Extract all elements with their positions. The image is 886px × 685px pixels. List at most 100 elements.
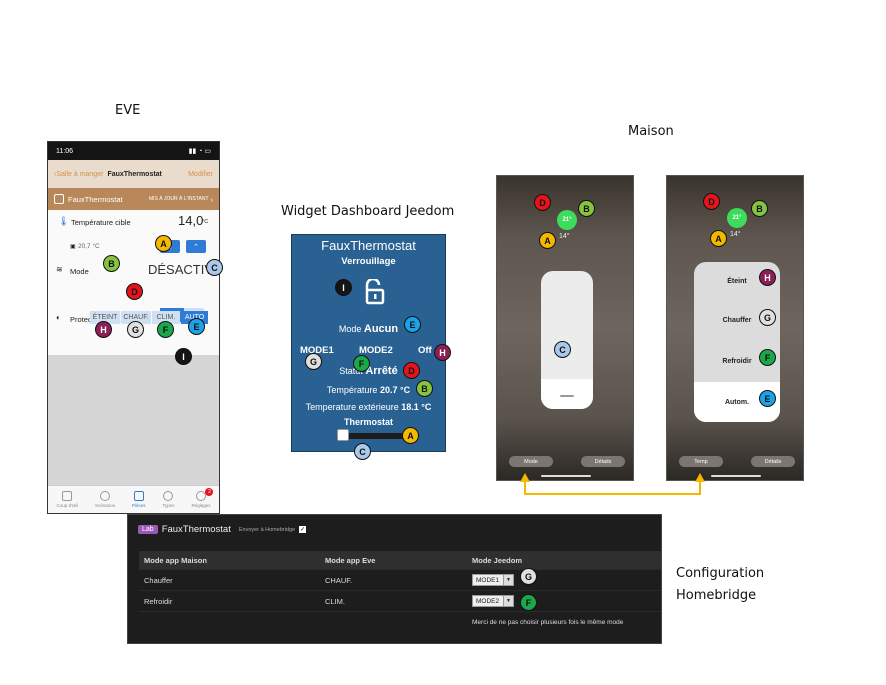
maison-title: Maison — [628, 124, 674, 139]
marker-d-widget: D — [403, 362, 420, 379]
eve-device-header[interactable]: FauxThermostat MIS À JOUR À L'INSTANT › — [48, 188, 219, 210]
marker-g-widget: G — [305, 353, 322, 370]
current-temp-icon: ▣ — [70, 244, 76, 250]
marker-f-maison-right: F — [759, 349, 776, 366]
thermometer-icon: 🌡 — [58, 216, 70, 226]
marker-h-maison-right: H — [759, 269, 776, 286]
widget-lock-label: Verrouillage — [341, 256, 396, 267]
eve-nav-bar: ‹ Salle à manger FauxThermostat Modifier — [48, 160, 219, 188]
jeedom-mode-select-2[interactable]: MODE2 ▼ — [472, 595, 514, 607]
widget-mode-value: Aucun — [363, 323, 399, 335]
chevron-down-icon: ▼ — [503, 596, 513, 606]
marker-d: D — [126, 283, 143, 300]
eve-back-button[interactable]: Salle à manger — [56, 171, 103, 178]
marker-d-maison-left: D — [534, 194, 551, 211]
tab-types[interactable]: Types — [162, 491, 175, 508]
eve-mode-label: Mode — [70, 267, 89, 276]
thermostat-slider-handle[interactable] — [337, 429, 349, 441]
eve-edit-button[interactable]: Modifier — [188, 171, 213, 178]
widget-device-title: FauxThermostat — [321, 238, 416, 253]
marker-b-maison-right: B — [751, 200, 768, 217]
maison-right-target: 21° — [727, 208, 747, 228]
maison-right-home-bar — [711, 475, 761, 477]
marker-g-hb: G — [520, 568, 537, 585]
marker-b: B — [103, 255, 120, 272]
maison-right-current: 14° — [730, 231, 741, 238]
hb-header: Lab FauxThermostat Envoyer à Homebridge … — [138, 524, 307, 535]
eve-target-value: 14,0 — [178, 213, 204, 228]
marker-a: A — [155, 235, 172, 252]
mode-link-arrow — [520, 473, 705, 495]
config-title-1: Configuration — [676, 566, 765, 581]
widget-status-value: Arrêté — [365, 365, 398, 377]
maison-right-temp-button[interactable]: Temp — [679, 456, 723, 467]
eve-time: 11:06 — [56, 147, 73, 155]
widget-mode-line: Mode Aucun — [338, 323, 399, 335]
marker-h: H — [95, 321, 112, 338]
tab-settings[interactable]: Réglages 2 — [191, 488, 214, 508]
eve-nav-title: FauxThermostat — [107, 170, 162, 178]
eve-device-name: FauxThermostat — [68, 194, 123, 204]
marker-g: G — [127, 321, 144, 338]
widget-ext-value: 18.1 °C — [401, 402, 432, 412]
maison-phone-right: 21° 14° Éteint Chauffer Refroidir Autom.… — [666, 175, 804, 481]
hb-title: FauxThermostat — [161, 524, 231, 535]
eve-device-status: MIS À JOUR À L'INSTANT — [149, 196, 209, 202]
home-icon — [62, 491, 73, 501]
eve-current-temp: 20,7 °C — [78, 243, 100, 250]
marker-f-widget: F — [353, 355, 370, 372]
types-icon — [163, 491, 174, 501]
widget-ext-line: Temperature extérieure 18.1 °C — [305, 402, 432, 412]
maison-left-slider[interactable] — [541, 271, 593, 409]
eve-target-unit: °C — [202, 219, 209, 225]
widget-off-button[interactable]: Off — [418, 345, 432, 356]
eve-tab-bar: Coup d'œil Scénarios Pièces Types Réglag… — [48, 485, 219, 513]
marker-e: E — [188, 318, 205, 335]
rooms-icon — [133, 491, 144, 501]
thermostat-icon — [54, 194, 64, 204]
marker-g-maison-right: G — [759, 309, 776, 326]
hb-send-label: Envoyer à Homebridge — [238, 526, 296, 533]
jeedom-mode-select-1[interactable]: MODE1 ▼ — [472, 574, 514, 586]
hb-send-checkbox[interactable]: ✓ — [299, 526, 307, 533]
eve-target-label: Température cible — [71, 218, 131, 227]
hb-note-row: Merci de ne pas choisir plusieurs fois l… — [139, 612, 661, 633]
marker-c: C — [206, 259, 223, 276]
hb-note: Merci de ne pas choisir plusieurs fois l… — [472, 619, 624, 626]
marker-i: I — [175, 348, 192, 365]
widget-mode2-button[interactable]: MODE2 — [359, 345, 393, 356]
marker-d-maison-right: D — [703, 193, 720, 210]
marker-h-widget: H — [434, 344, 451, 361]
signal-icon: ▮▮ ◔ ▭ — [188, 148, 211, 155]
eve-status-bar: 11:06 ▮▮ ◔ ▭ — [48, 142, 219, 160]
eve-title: EVE — [115, 103, 141, 118]
homebridge-config-panel: Lab FauxThermostat Envoyer à Homebridge … — [127, 514, 662, 644]
settings-badge: 2 — [205, 488, 214, 496]
marker-a-maison-left: A — [539, 232, 556, 249]
maison-left-current: 14° — [559, 233, 570, 240]
lab-badge: Lab — [138, 525, 158, 534]
gear-icon — [195, 491, 206, 501]
increase-button[interactable]: ⌃ — [186, 240, 206, 253]
tab-scenes[interactable]: Scénarios — [95, 491, 115, 508]
marker-f: F — [157, 321, 174, 338]
chevron-down-icon: ▼ — [503, 575, 513, 585]
child-lock-icon: ◐ — [56, 313, 61, 322]
maison-left-details-button[interactable]: Détails — [581, 456, 625, 467]
play-icon — [100, 491, 111, 501]
marker-a-maison-right: A — [710, 230, 727, 247]
table-row: Chauffer CHAUF. MODE1 ▼ — [139, 570, 661, 591]
marker-c-maison-left: C — [554, 341, 571, 358]
unlock-icon[interactable] — [363, 279, 385, 305]
widget-thermostat-label: Thermostat — [343, 417, 393, 427]
marker-i-widget: I — [335, 279, 352, 296]
tab-rooms[interactable]: Pièces — [132, 491, 146, 508]
chevron-right-icon: › — [210, 194, 214, 204]
tab-overview[interactable]: Coup d'œil — [56, 491, 78, 508]
marker-b-widget: B — [416, 380, 433, 397]
maison-left-mode-button[interactable]: Mode — [509, 456, 553, 467]
marker-b-maison-left: B — [578, 200, 595, 217]
maison-right-details-button[interactable]: Détails — [751, 456, 795, 467]
widget-title: Widget Dashboard Jeedom — [281, 204, 455, 219]
maison-left-target: 21° — [557, 210, 577, 230]
